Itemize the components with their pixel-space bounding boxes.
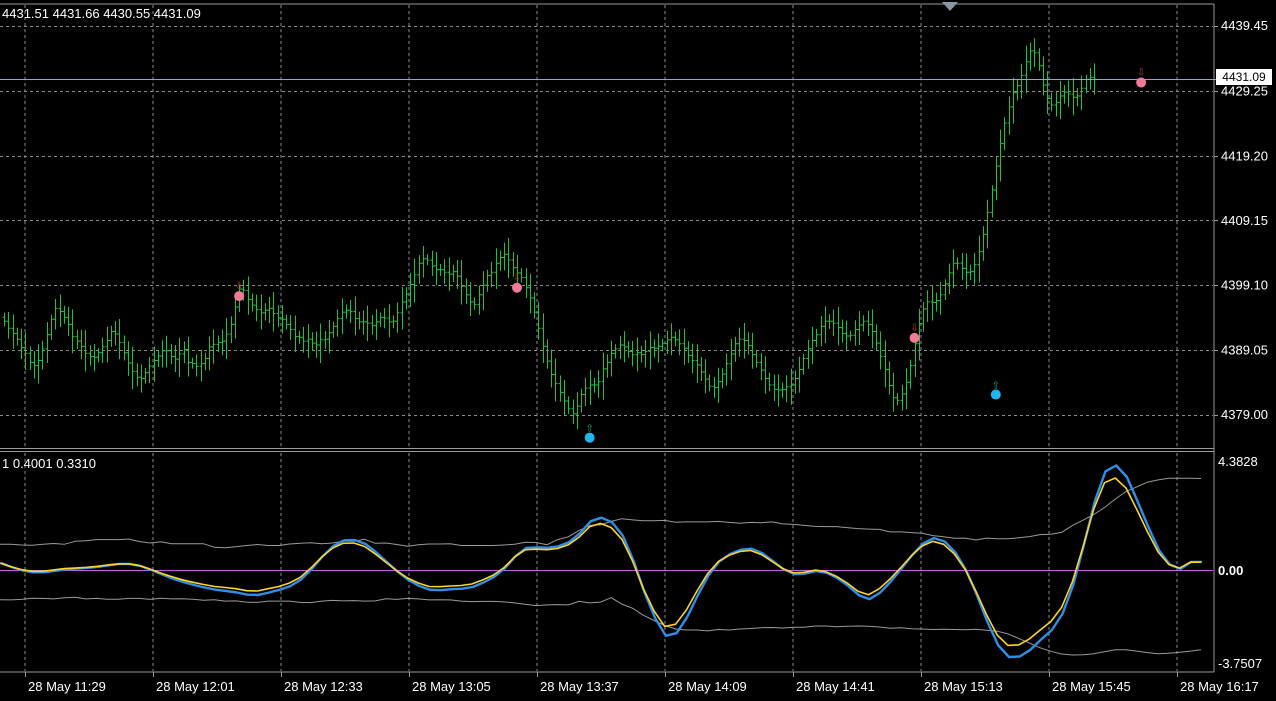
price-axis-label: 4389.05 [1221, 342, 1268, 357]
current-price-tag: 4431.09 [1216, 69, 1272, 85]
time-axis-label: 28 May 15:45 [1052, 679, 1131, 694]
sell-arrow-icon: ⇩ [910, 323, 918, 334]
time-axis-label: 28 May 15:13 [924, 679, 1003, 694]
sell-signal-dot [512, 282, 522, 293]
price-axis-label: 4429.25 [1221, 84, 1268, 99]
price-chart-canvas[interactable]: ⇩⇩⇩⇩⇧⇧ 4439.454429.254419.204409.154399.… [0, 0, 1276, 701]
oscillator-readout: 1 0.4001 0.3310 [2, 456, 96, 471]
ohlc-readout: 4431.51 4431.66 4430.55 4431.09 [2, 6, 201, 21]
sell-signal-dot [909, 332, 920, 343]
sell-arrow-icon: ⇩ [235, 281, 243, 292]
sell-arrow-icon: ⇩ [1137, 67, 1145, 78]
oscillator-axis-label: -3.7507 [1218, 656, 1262, 671]
chart-shift-handle-icon[interactable] [942, 2, 958, 11]
sell-arrow-icon: ⇩ [513, 273, 521, 284]
time-axis-label: 28 May 13:37 [540, 679, 619, 694]
buy-signal-dot [584, 432, 595, 443]
time-axis-label: 28 May 14:41 [796, 679, 875, 694]
buy-signal-dot [990, 389, 1001, 400]
sell-signal-dot [234, 291, 245, 302]
time-axis-label: 28 May 12:01 [156, 679, 235, 694]
time-axis-label: 28 May 11:29 [28, 679, 106, 694]
price-axis-label: 4379.00 [1221, 407, 1268, 422]
time-axis-label: 28 May 13:05 [412, 679, 491, 694]
oscillator-axis-label: 4.3828 [1218, 454, 1258, 469]
sell-signal-dot [1136, 77, 1147, 88]
price-axis-label: 4399.10 [1221, 278, 1268, 293]
price-axis-label: 4409.15 [1221, 213, 1268, 228]
time-axis-label: 28 May 12:33 [284, 679, 363, 694]
price-axis-label: 4419.20 [1221, 148, 1268, 163]
oscillator-axis-label: 0.00 [1218, 563, 1243, 578]
time-axis-label: 28 May 14:09 [668, 679, 747, 694]
time-axis-label: 28 May 16:17 [1180, 679, 1259, 694]
price-axis-label: 4439.45 [1221, 18, 1268, 33]
